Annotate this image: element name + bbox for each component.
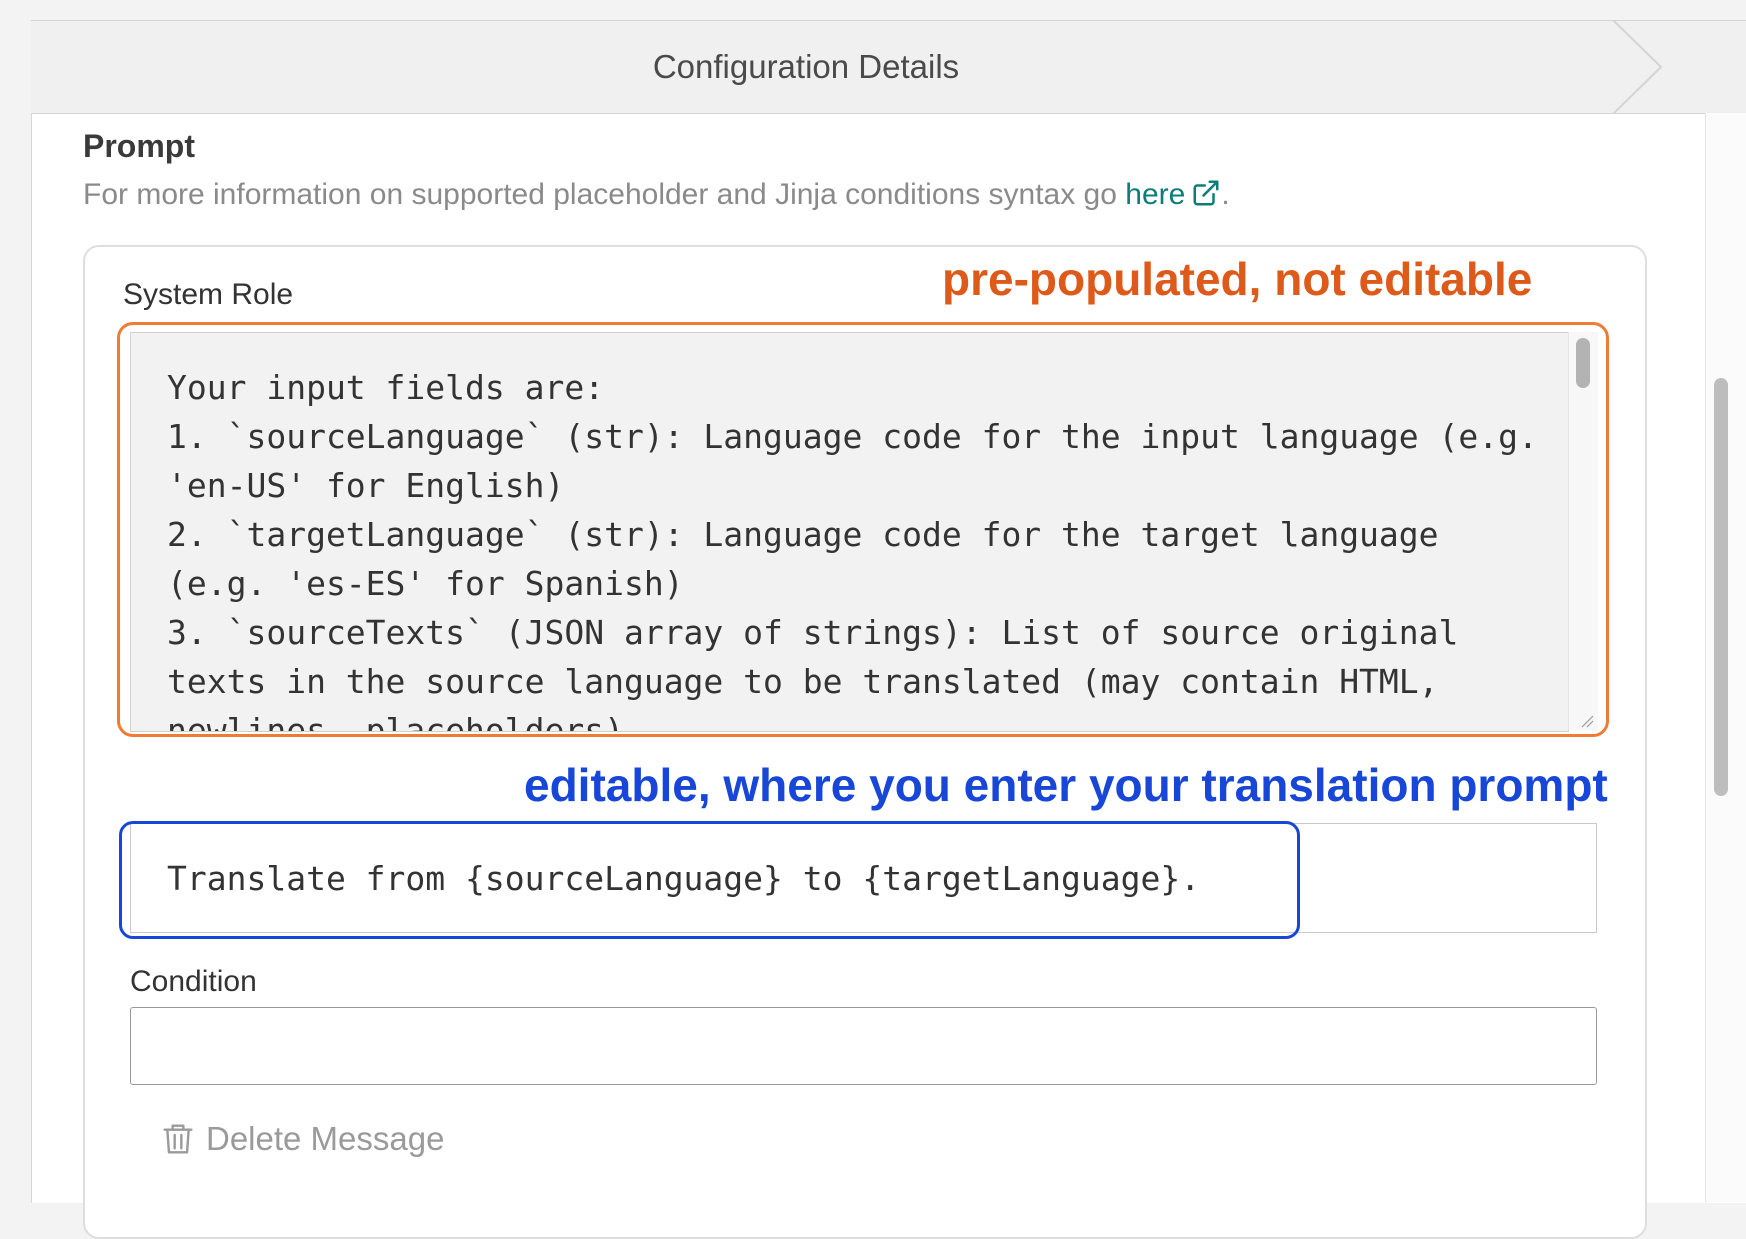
annotation-editable-label: editable, where you enter your translati… bbox=[524, 759, 1608, 811]
condition-input[interactable] bbox=[130, 1007, 1597, 1085]
condition-label: Condition bbox=[130, 965, 257, 998]
annotation-not-editable-label: pre-populated, not editable bbox=[942, 253, 1533, 305]
help-link[interactable]: here bbox=[1125, 178, 1221, 211]
trash-icon[interactable] bbox=[162, 1121, 194, 1157]
page-scrollbar-thumb[interactable] bbox=[1714, 378, 1728, 796]
system-role-label: System Role bbox=[123, 278, 294, 311]
prompt-section-title: Prompt bbox=[83, 128, 195, 164]
help-text-prefix: For more information on supported placeh… bbox=[83, 178, 1126, 211]
annotation-editable-outline bbox=[119, 821, 1300, 939]
external-link-icon[interactable] bbox=[1191, 178, 1221, 208]
help-text-suffix: . bbox=[1221, 178, 1230, 211]
annotation-not-editable-outline bbox=[117, 322, 1609, 737]
help-link-label[interactable]: here bbox=[1125, 178, 1185, 211]
delete-message-button[interactable]: Delete Message bbox=[162, 1120, 444, 1158]
delete-message-label[interactable]: Delete Message bbox=[206, 1120, 444, 1158]
step-title: Configuration Details bbox=[652, 48, 960, 85]
chevron-right-icon bbox=[1612, 20, 1663, 114]
prompt-help-text: For more information on supported placeh… bbox=[83, 178, 1230, 212]
step-header: Configuration Details bbox=[31, 20, 1746, 114]
